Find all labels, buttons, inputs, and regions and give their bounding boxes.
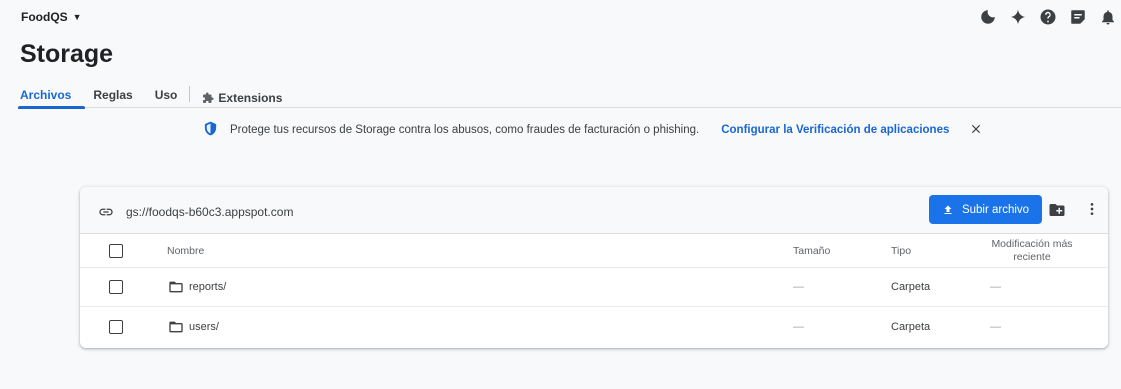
column-name[interactable]: Nombre: [167, 245, 204, 257]
top-bar: FoodQS ▼: [0, 0, 1121, 34]
bell-icon[interactable]: [1094, 7, 1121, 27]
bucket-url[interactable]: gs://foodqs-b60c3.appspot.com: [98, 204, 293, 220]
app-check-banner: Protege tus recursos de Storage contra l…: [203, 120, 983, 140]
file-type: Carpeta: [891, 281, 931, 293]
configure-app-check-link[interactable]: Configurar la Verificación de aplicacion…: [721, 124, 949, 136]
folder-icon: [169, 321, 183, 332]
select-all-checkbox[interactable]: [109, 243, 123, 258]
folder-icon: [169, 281, 183, 293]
table-row[interactable]: reports/ — Carpeta —: [80, 268, 1108, 307]
caret-down-icon: ▼: [72, 12, 82, 22]
close-icon[interactable]: [969, 122, 983, 139]
moon-icon[interactable]: [974, 7, 1001, 27]
file-name-link[interactable]: reports/: [167, 279, 226, 295]
project-name: FoodQS: [21, 10, 68, 24]
shield-icon: [203, 121, 218, 139]
banner-message: Protege tus recursos de Storage contra l…: [230, 124, 700, 136]
column-modified: Modificación más reciente: [991, 237, 1073, 263]
feedback-icon[interactable]: [1064, 7, 1091, 27]
tab-extensions[interactable]: Extensions: [202, 86, 282, 108]
help-icon[interactable]: [1034, 7, 1061, 27]
upload-file-button[interactable]: Subir archivo: [929, 195, 1042, 224]
file-type: Carpeta: [891, 320, 931, 333]
puzzle-icon: [203, 92, 214, 103]
row-checkbox[interactable]: [109, 319, 123, 334]
tab-uso[interactable]: Uso: [155, 86, 178, 108]
tab-bar: Archivos Reglas Uso Extensions: [17, 86, 1121, 109]
row-checkbox[interactable]: [109, 280, 123, 294]
tab-reglas[interactable]: Reglas: [93, 86, 132, 108]
bucket-path: gs://foodqs-b60c3.appspot.com: [126, 205, 294, 219]
sparkle-icon[interactable]: [1004, 7, 1031, 27]
upload-file-label: Subir archivo: [961, 203, 1030, 216]
tab-extensions-label: Extensions: [218, 91, 283, 105]
top-icons: [971, 7, 1121, 27]
files-card: gs://foodqs-b60c3.appspot.com Subir arch…: [80, 187, 1108, 348]
file-name: reports/: [189, 281, 227, 293]
link-icon: [99, 208, 113, 216]
tab-archivos[interactable]: Archivos: [17, 86, 86, 109]
file-name: users/: [189, 320, 219, 333]
column-type: Tipo: [891, 244, 912, 257]
bucket-header: gs://foodqs-b60c3.appspot.com Subir arch…: [80, 187, 1108, 234]
table-header: Nombre Tamaño Tipo Modificación más reci…: [80, 234, 1108, 268]
table-row[interactable]: users/ — Carpeta —: [80, 307, 1108, 346]
file-name-link[interactable]: users/: [167, 319, 219, 335]
upload-icon: [944, 205, 952, 214]
file-size: —: [793, 281, 804, 293]
page-title: Storage: [20, 40, 114, 68]
file-modified: —: [990, 320, 1001, 333]
file-modified: —: [990, 281, 1001, 293]
project-selector[interactable]: FoodQS ▼: [21, 10, 82, 24]
file-size: —: [793, 320, 804, 333]
new-folder-icon[interactable]: [1048, 201, 1068, 219]
more-vert-icon[interactable]: [1084, 201, 1098, 219]
tab-divider: [189, 86, 191, 102]
column-size: Tamaño: [793, 244, 831, 257]
